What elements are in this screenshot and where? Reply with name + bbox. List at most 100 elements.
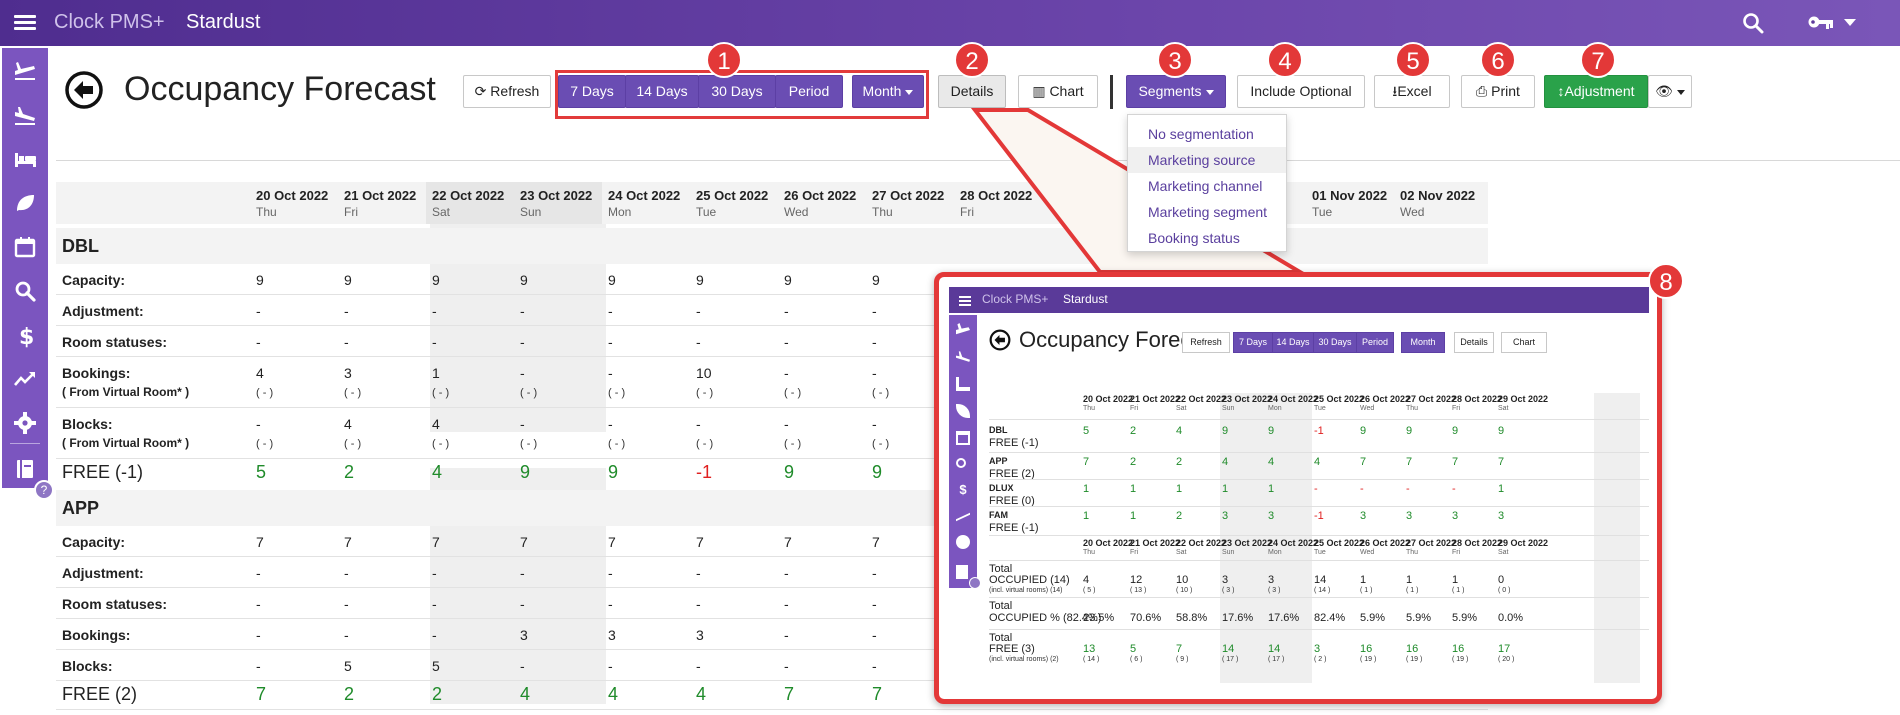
search-icon[interactable] (12, 278, 38, 304)
user-menu-chevron-down-icon[interactable] (1844, 19, 1856, 26)
app-brand[interactable]: Clock PMS+ (54, 11, 165, 34)
inset-weekday: Thu (1083, 549, 1096, 556)
inset-7-days-button: 7 Days (1233, 332, 1273, 353)
details-button[interactable]: Details (938, 75, 1006, 108)
chevron-down-icon (1205, 89, 1214, 95)
inset-row-divider (989, 479, 1649, 480)
gear-icon[interactable] (12, 410, 38, 436)
inset-month-button: Month (1401, 332, 1445, 353)
inset-details-button: Details (1454, 332, 1494, 353)
segment-option[interactable]: No segmentation (1128, 121, 1286, 147)
inset-date: 23 Oct 2022 (1222, 394, 1273, 404)
inset-occupied-pct-value: 58.8% (1176, 612, 1208, 624)
inset-weekday: Tue (1314, 405, 1326, 412)
details-preview-inset: Clock PMS+ Stardust $ Occupancy Forecast… (934, 272, 1662, 704)
dollar-icon: $ (959, 482, 967, 497)
annotation-badge-8: 8 (1648, 263, 1684, 299)
inset-occupied-virtual: ( 1 ) (1406, 587, 1419, 594)
refresh-button[interactable]: ⟳ Refresh (463, 75, 551, 108)
inset-row-divider (989, 560, 1649, 561)
inset-occupied-value: 10 (1176, 574, 1189, 586)
inset-occupied-virtual: ( 13 ) (1130, 587, 1147, 594)
inset-period-button: Period (1356, 332, 1394, 353)
print-button[interactable]: ⎙ Print (1461, 75, 1535, 108)
inset-free-total-value: 16 (1406, 643, 1419, 655)
inset-free-total-virtual: ( 17 ) (1268, 656, 1285, 663)
inset-weekday: Sat (1176, 549, 1187, 556)
hamburger-menu-icon[interactable] (14, 12, 36, 34)
inset-free-total-value: 17 (1498, 643, 1511, 655)
inset-free-value: -1 (1314, 510, 1324, 522)
annotation-badge-1: 1 (706, 42, 742, 78)
annotation-badge-7: 7 (1580, 42, 1616, 78)
date-header: 28 Oct 2022 Fri (954, 182, 1042, 224)
segment-option[interactable]: Marketing channel (1128, 173, 1286, 199)
inset-free-value: 7 (1360, 456, 1367, 468)
calendar-icon (956, 431, 970, 445)
chart-button[interactable]: ▥ Chart (1018, 75, 1098, 108)
segment-option[interactable]: Booking status (1128, 225, 1286, 251)
inset-free-value: 1 (1083, 483, 1090, 495)
inset-free-total-virtual: ( 14 ) (1083, 656, 1100, 663)
inset-free-value: 1 (1222, 483, 1229, 495)
inset-room-name: FAM (989, 510, 1008, 520)
arrivals-plane-icon[interactable] (12, 58, 38, 84)
inset-occupied-value: 14 (1314, 574, 1327, 586)
inset-free-value: - (1360, 483, 1364, 495)
inset-free-total-value: 3 (1314, 643, 1321, 655)
chevron-down-icon (1676, 89, 1685, 95)
visibility-dropdown-button[interactable]: 👁 (1648, 75, 1692, 108)
inset-date: 22 Oct 2022 (1176, 394, 1227, 404)
inset-weekday: Sat (1176, 405, 1187, 412)
inset-occupied-virtual: ( 1 ) (1452, 587, 1465, 594)
inset-row-divider (989, 452, 1649, 453)
segment-option[interactable]: Marketing source (1128, 147, 1286, 173)
inset-free-total-virtual: ( 2 ) (1314, 656, 1327, 663)
inset-occupied-virtual: ( 1 ) (1360, 587, 1373, 594)
inset-free-value: 7 (1083, 456, 1090, 468)
inset-weekday: Fri (1452, 405, 1461, 412)
inset-occupied-pct-value: 5.9% (1406, 612, 1432, 624)
back-arrow-icon[interactable] (64, 70, 104, 110)
help-icon[interactable]: ? (34, 480, 54, 500)
segments-dropdown-button[interactable]: Segments (1126, 75, 1226, 108)
inset-free-value: 4 (1268, 456, 1275, 468)
inset-row-divider (989, 597, 1649, 598)
inset-free-value: 1 (1130, 510, 1137, 522)
excel-button[interactable]: ⭳Excel (1374, 75, 1450, 108)
calendar-icon[interactable] (12, 234, 38, 260)
top-bar: Clock PMS+ Stardust (0, 0, 1900, 46)
adjustment-button[interactable]: ↕Adjustment (1544, 75, 1648, 108)
inset-date: 20 Oct 2022 (1083, 394, 1134, 404)
annotation-badge-6: 6 (1480, 42, 1516, 78)
include-optional-button[interactable]: Include Optional (1237, 75, 1365, 108)
inset-free-total-note: (incl. virtual rooms) (2) (989, 656, 1059, 663)
inset-weekday: Thu (1083, 405, 1096, 412)
inset-room-free: FREE (-1) (989, 437, 1039, 449)
inset-free-total-value: 16 (1452, 643, 1465, 655)
leaf-icon[interactable] (12, 190, 38, 216)
inset-free-value: 2 (1176, 456, 1183, 468)
departures-plane-icon[interactable] (12, 102, 38, 128)
search-icon[interactable] (1742, 12, 1764, 34)
toolbar-separator (1110, 75, 1113, 109)
trend-chart-icon[interactable] (12, 366, 38, 392)
inset-free-total-value: 16 (1360, 643, 1373, 655)
inset-free-value: 7 (1452, 456, 1459, 468)
inset-weekday: Fri (1452, 549, 1461, 556)
segment-option[interactable]: Marketing segment (1128, 199, 1286, 225)
inset-free-total-virtual: ( 17 ) (1222, 656, 1239, 663)
date-header: 22 Oct 2022 Sat (426, 182, 514, 224)
inset-date: 29 Oct 2022 (1498, 394, 1549, 404)
book-icon[interactable] (12, 456, 38, 482)
inset-weekday: Mon (1268, 405, 1282, 412)
key-icon[interactable] (1808, 14, 1834, 30)
inset-date: 28 Oct 2022 (1452, 538, 1503, 548)
inset-occupied-value: 3 (1268, 574, 1275, 586)
annotation-badge-3: 3 (1157, 42, 1193, 78)
inset-row-divider (989, 535, 1649, 536)
bed-icon[interactable] (12, 146, 38, 172)
trend-chart-icon (956, 506, 970, 522)
inset-weekday: Wed (1360, 549, 1375, 556)
dollar-icon[interactable]: $ (12, 322, 38, 348)
